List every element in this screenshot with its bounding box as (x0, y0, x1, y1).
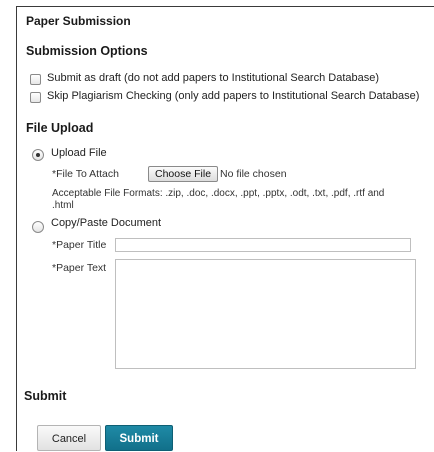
copy-paste-label[interactable]: Copy/Paste Document (51, 217, 161, 229)
paper-text-label: *Paper Text (52, 262, 107, 274)
skip-plagiarism-checkbox[interactable] (30, 92, 41, 103)
submit-button[interactable]: Submit (105, 425, 173, 451)
copy-paste-radio[interactable] (32, 221, 44, 233)
choose-file-button[interactable]: Choose File (148, 166, 219, 182)
page-title: Paper Submission (26, 14, 131, 28)
upload-file-radio[interactable] (32, 149, 44, 161)
cancel-button[interactable]: Cancel (37, 425, 101, 451)
paper-title-label: *Paper Title (52, 239, 107, 251)
file-upload-heading: File Upload (26, 121, 94, 135)
acceptable-formats-text: Acceptable File Formats: .zip, .doc, .do… (52, 188, 385, 199)
no-file-chosen-text: No file chosen (220, 168, 287, 180)
acceptable-formats-text-cont: .html (52, 200, 74, 211)
paper-title-input[interactable] (115, 238, 411, 252)
skip-plagiarism-label[interactable]: Skip Plagiarism Checking (only add paper… (47, 90, 419, 102)
upload-file-label[interactable]: Upload File (51, 147, 107, 159)
paper-text-textarea[interactable] (115, 259, 416, 369)
file-to-attach-label: *File To Attach (52, 168, 119, 180)
submit-as-draft-checkbox[interactable] (30, 74, 41, 85)
submit-as-draft-label[interactable]: Submit as draft (do not add papers to In… (47, 72, 379, 84)
submission-options-heading: Submission Options (26, 44, 148, 58)
submit-heading: Submit (24, 389, 67, 403)
